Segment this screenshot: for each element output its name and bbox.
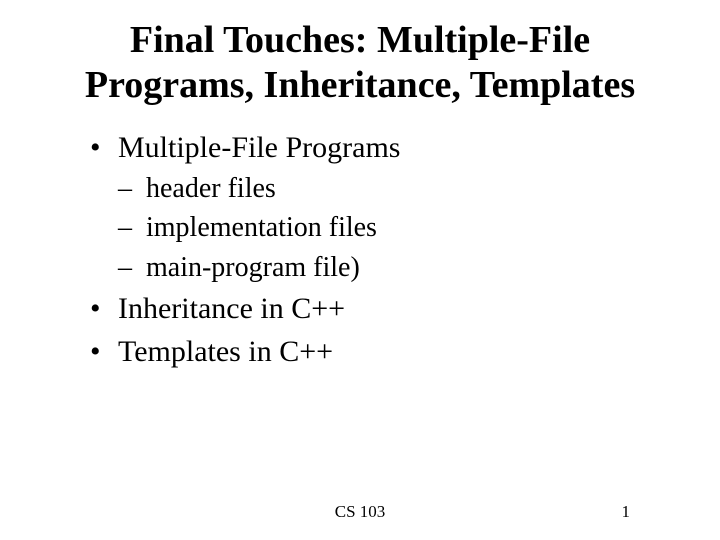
bullet-inheritance: Inheritance in C++ xyxy=(90,287,670,331)
slide-title: Final Touches: Multiple-File Programs, I… xyxy=(50,18,670,108)
bullet-multiple-file-programs: Multiple-File Programs xyxy=(90,126,670,170)
subbullet-implementation-files: implementation files xyxy=(118,208,670,247)
slide: Final Touches: Multiple-File Programs, I… xyxy=(0,0,720,540)
footer-course-code: CS 103 xyxy=(335,502,386,522)
subbullet-main-program-file: main-program file) xyxy=(118,248,670,287)
bullet-templates: Templates in C++ xyxy=(90,330,670,374)
slide-footer: CS 103 1 xyxy=(0,502,720,522)
footer-page-number: 1 xyxy=(622,502,631,522)
subbullet-header-files: header files xyxy=(118,169,670,208)
slide-content: Multiple-File Programs header files impl… xyxy=(50,126,670,374)
